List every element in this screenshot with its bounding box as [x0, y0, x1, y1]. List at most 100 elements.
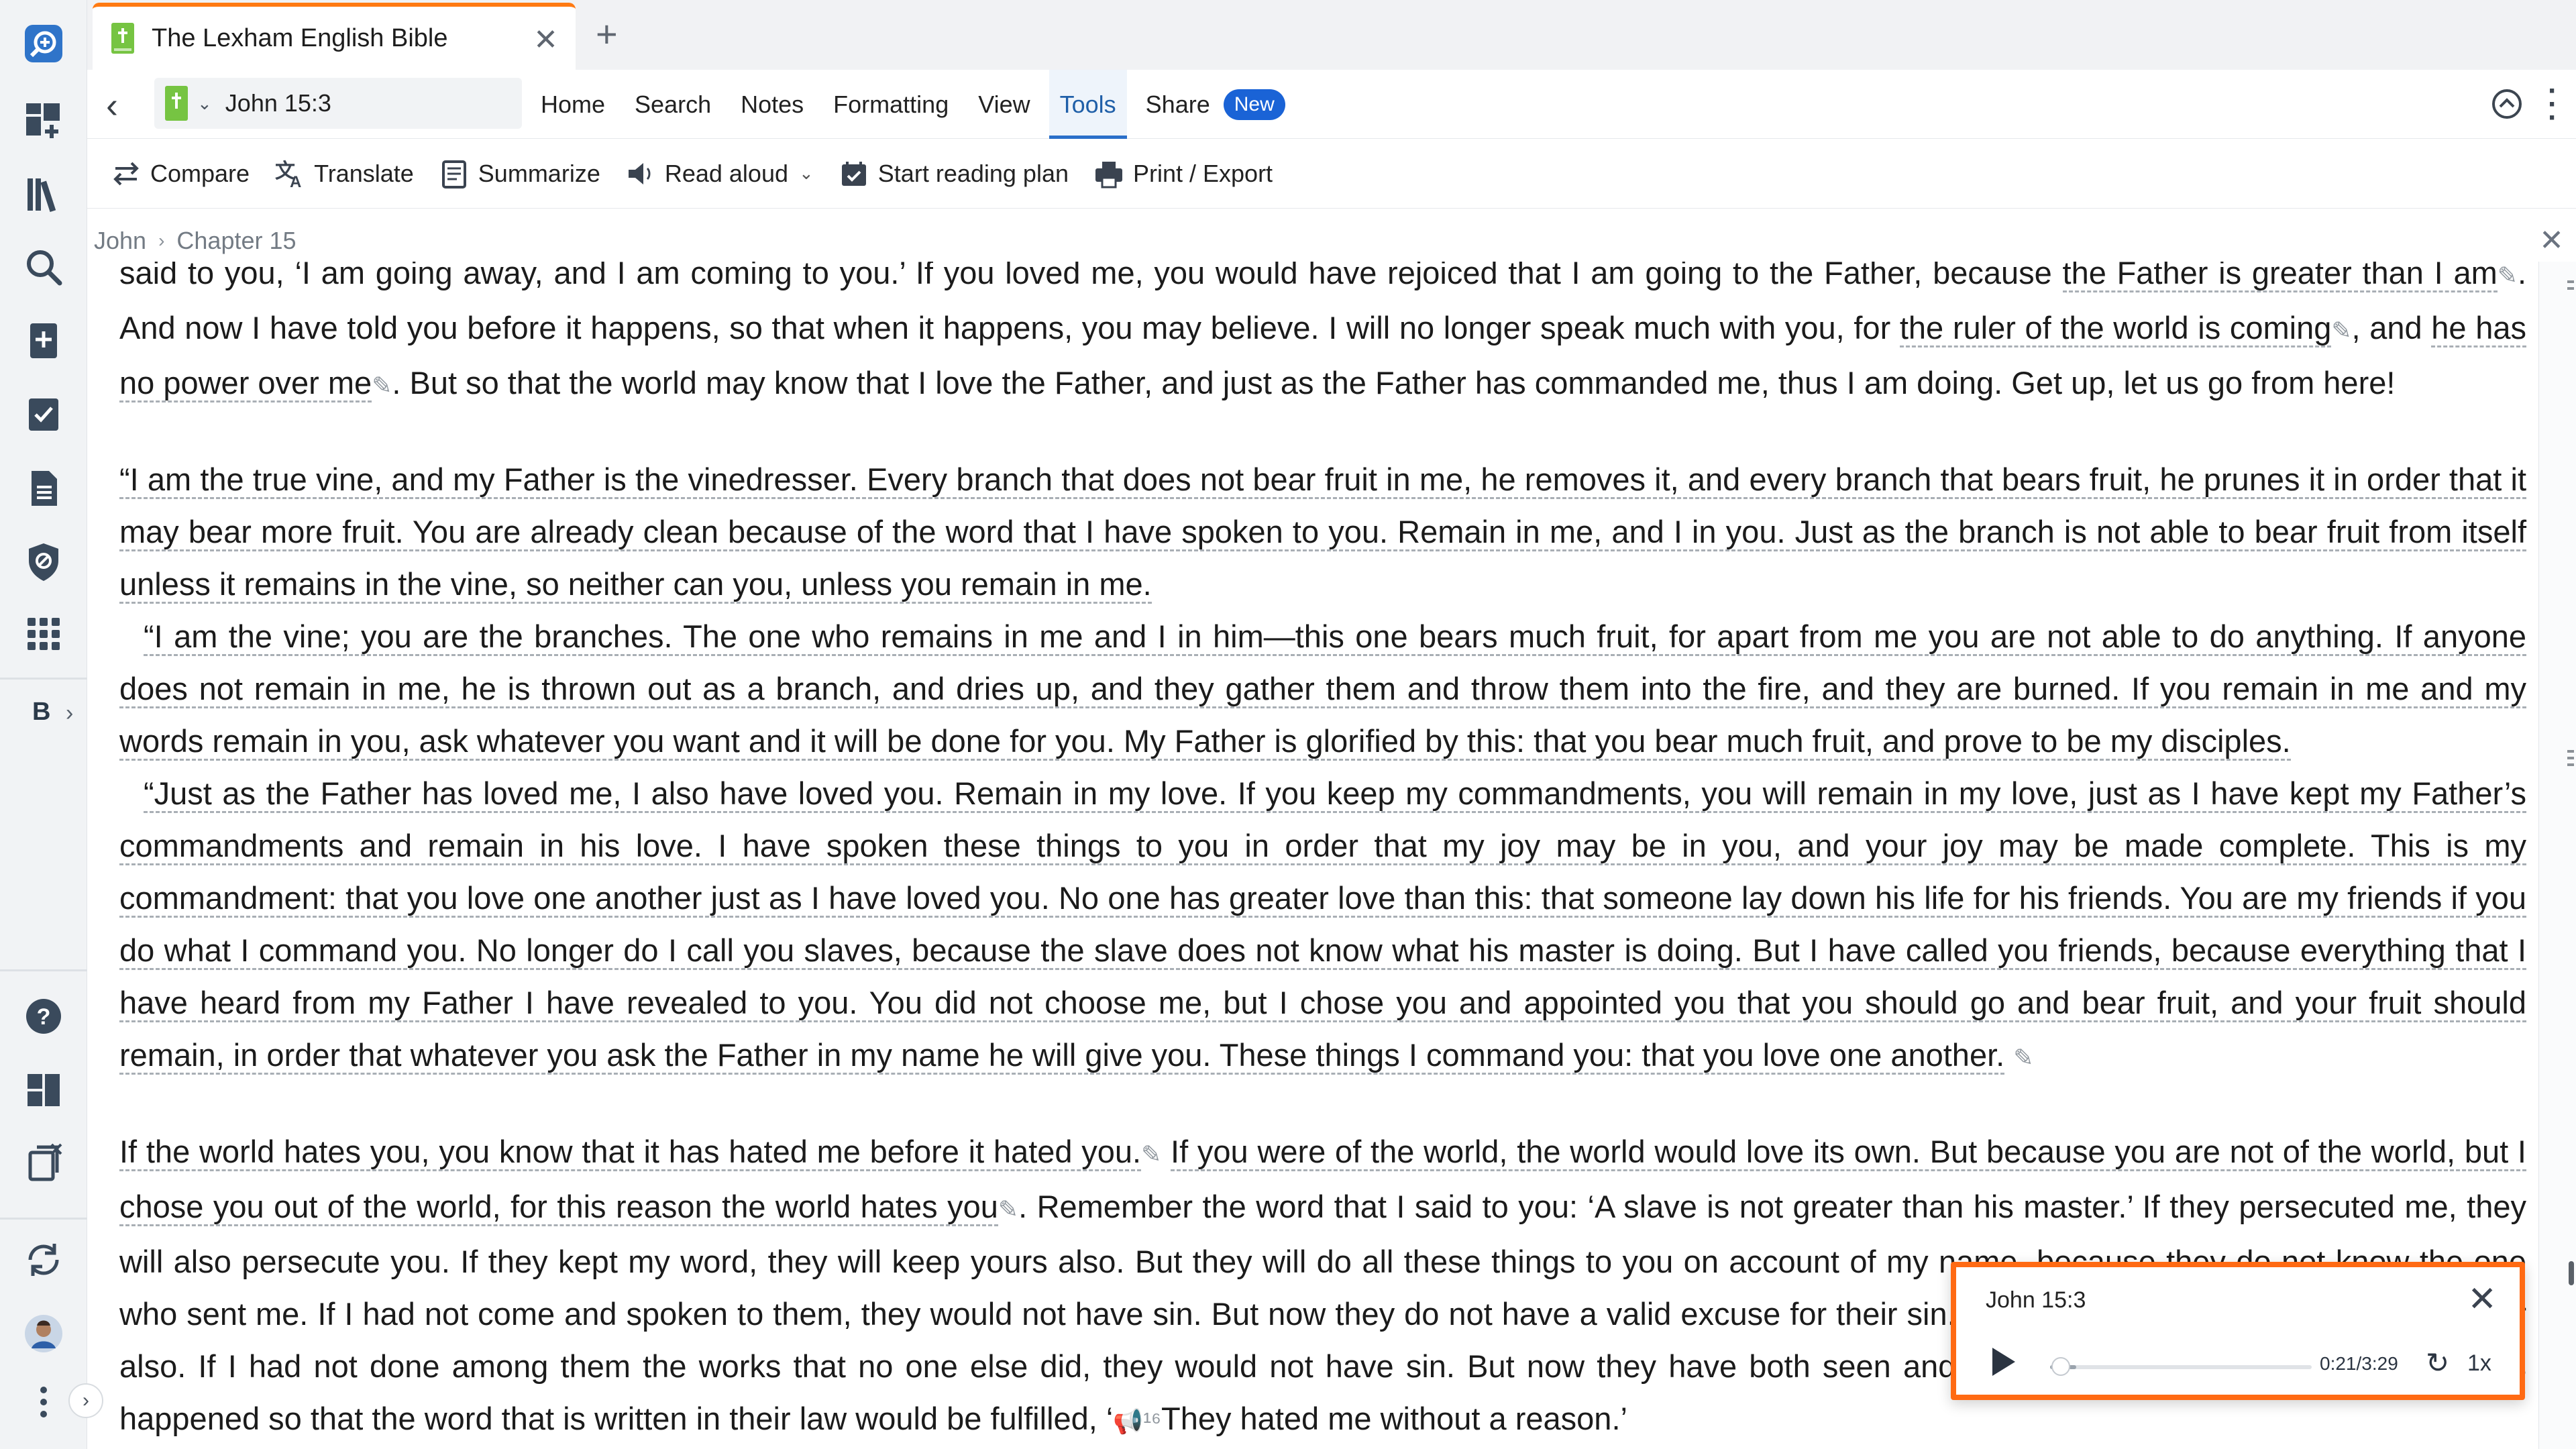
reading-plan-button[interactable]: Start reading plan	[838, 158, 1069, 190]
document-icon[interactable]	[17, 462, 70, 515]
summarize-label: Summarize	[478, 159, 600, 187]
tab-bar: The Lexham English Bible ✕ +	[87, 0, 2576, 70]
more-icon[interactable]	[17, 1375, 70, 1429]
scroll-marker	[2567, 757, 2574, 759]
read-aloud-button[interactable]: Read aloud ⌄	[625, 158, 814, 190]
panel-menu: Home Search Notes Formatting View Tools …	[541, 70, 1285, 139]
translate-button[interactable]: 文A Translate	[274, 158, 414, 190]
pen-icon[interactable]: ✎	[1141, 1140, 1161, 1168]
rail-divider	[0, 969, 87, 971]
menu-search[interactable]: Search	[635, 70, 711, 139]
chevron-right-icon[interactable]: ›	[66, 700, 73, 727]
play-icon[interactable]	[1992, 1348, 2015, 1376]
bible-book-icon	[111, 23, 134, 54]
print-export-label: Print / Export	[1132, 159, 1273, 187]
rail-divider	[0, 1218, 87, 1220]
collapse-icon[interactable]	[2490, 87, 2524, 121]
chevron-left-icon[interactable]: ‹	[106, 85, 118, 126]
chevron-right-icon[interactable]: ›	[68, 1383, 103, 1418]
apps-grid-icon[interactable]	[17, 607, 70, 661]
speaker-icon	[628, 162, 651, 184]
paragraph: “Just as the Father has loved me, I also…	[119, 767, 2526, 1084]
reference-box[interactable]: ⌄ John 15:3	[154, 78, 522, 129]
playback-speed[interactable]: 1x	[2467, 1350, 2491, 1377]
layouts-icon[interactable]	[17, 1063, 70, 1117]
vertical-scrollbar[interactable]	[2538, 262, 2576, 1449]
sync-icon[interactable]	[17, 1233, 70, 1287]
menu-tools[interactable]: Tools	[1049, 70, 1127, 139]
text-run: They hated me without a reason.’	[1161, 1401, 1627, 1436]
scroll-marker	[2567, 763, 2574, 766]
progress-knob[interactable]	[2051, 1357, 2070, 1376]
reading-plan-label: Start reading plan	[877, 159, 1069, 187]
compare-icon	[113, 162, 139, 185]
pen-icon[interactable]: ✎	[372, 372, 392, 399]
text-run: . But so that the world may know that I …	[392, 365, 2396, 400]
breadcrumb-chapter[interactable]: Chapter 15	[176, 227, 296, 255]
menu-notes[interactable]: Notes	[741, 70, 804, 139]
rail-letter-button[interactable]: B	[32, 698, 50, 727]
print-export-button[interactable]: Print / Export	[1093, 158, 1273, 190]
verse-text[interactable]: “Just as the Father has loved me, I also…	[119, 775, 2526, 1075]
bible-add-icon[interactable]	[17, 314, 70, 368]
reference-text[interactable]: John 15:3	[225, 89, 331, 117]
tools-toolbar: Compare 文A Translate Summarize Read alou…	[87, 139, 2576, 209]
scroll-marker	[2567, 750, 2574, 753]
cross-reference-icon[interactable]: 📢¹⁶	[1113, 1407, 1161, 1435]
new-badge: New	[1223, 89, 1285, 120]
linked-text[interactable]: the Father is greater than I am	[2062, 262, 2498, 292]
summarize-button[interactable]: Summarize	[438, 158, 600, 190]
progress-track[interactable]	[2050, 1365, 2312, 1369]
player-title: John 15:3	[1986, 1287, 2086, 1313]
rail-divider	[0, 678, 87, 680]
chevron-right-icon: ›	[158, 230, 165, 251]
text-run: said to you, ‘I am going away, and I am …	[119, 262, 2063, 290]
search-add-icon[interactable]	[17, 17, 70, 70]
menu-formatting[interactable]: Formatting	[833, 70, 949, 139]
svg-text:?: ?	[37, 1004, 51, 1030]
tab-title: The Lexham English Bible	[152, 23, 448, 52]
paragraph: “I am the true vine, and my Father is th…	[119, 453, 2526, 610]
clippings-icon[interactable]	[17, 1135, 70, 1189]
menu-share[interactable]: Share	[1146, 70, 1210, 139]
pen-icon[interactable]: ✎	[2331, 317, 2351, 344]
dashboard-add-icon[interactable]	[17, 93, 70, 146]
close-icon[interactable]: ✕	[2539, 223, 2564, 258]
scroll-marker	[2567, 287, 2574, 290]
pen-icon[interactable]: ✎	[2498, 262, 2518, 289]
pen-icon[interactable]: ✎	[2013, 1044, 2033, 1071]
scroll-thumb[interactable]	[2569, 1261, 2574, 1285]
calendar-check-icon	[841, 161, 866, 186]
chevron-down-icon[interactable]: ⌄	[799, 163, 814, 184]
linked-text[interactable]: the ruler of the world is coming	[1899, 310, 2332, 347]
verse-text[interactable]: “I am the vine; you are the branches. Th…	[119, 619, 2526, 761]
panel-more-icon[interactable]: · · ·	[2548, 76, 2558, 133]
chevron-down-icon[interactable]: ⌄	[197, 93, 212, 114]
close-icon[interactable]: ✕	[533, 23, 558, 57]
library-icon[interactable]	[17, 168, 70, 221]
left-rail: B › ?	[0, 0, 87, 1449]
document-tab[interactable]: The Lexham English Bible ✕	[93, 3, 576, 70]
paragraph: “I am the vine; you are the branches. Th…	[119, 610, 2526, 767]
compare-label: Compare	[150, 159, 250, 187]
search-icon[interactable]	[17, 240, 70, 294]
breadcrumb-book[interactable]: John	[94, 227, 146, 255]
close-icon[interactable]: ✕	[2467, 1279, 2497, 1320]
plus-icon[interactable]: +	[596, 12, 618, 56]
help-icon[interactable]: ?	[17, 989, 70, 1043]
checklist-icon[interactable]	[17, 388, 70, 441]
paragraph: said to you, ‘I am going away, and I am …	[119, 262, 2526, 412]
shield-icon[interactable]	[17, 535, 70, 589]
menu-home[interactable]: Home	[541, 70, 605, 139]
verse-text[interactable]: “I am the true vine, and my Father is th…	[119, 462, 2526, 604]
printer-icon	[1095, 161, 1122, 188]
player-time: 0:21/3:29	[2320, 1353, 2398, 1374]
pen-icon[interactable]: ✎	[998, 1195, 1018, 1223]
replay-icon[interactable]: ↻	[2426, 1346, 2449, 1379]
linked-text[interactable]: If the world hates you, you know that it…	[119, 1134, 1142, 1171]
translate-label: Translate	[314, 159, 414, 187]
menu-view[interactable]: View	[978, 70, 1030, 139]
user-avatar[interactable]	[17, 1307, 70, 1360]
compare-button[interactable]: Compare	[110, 158, 250, 190]
translate-icon: 文A	[275, 160, 301, 190]
